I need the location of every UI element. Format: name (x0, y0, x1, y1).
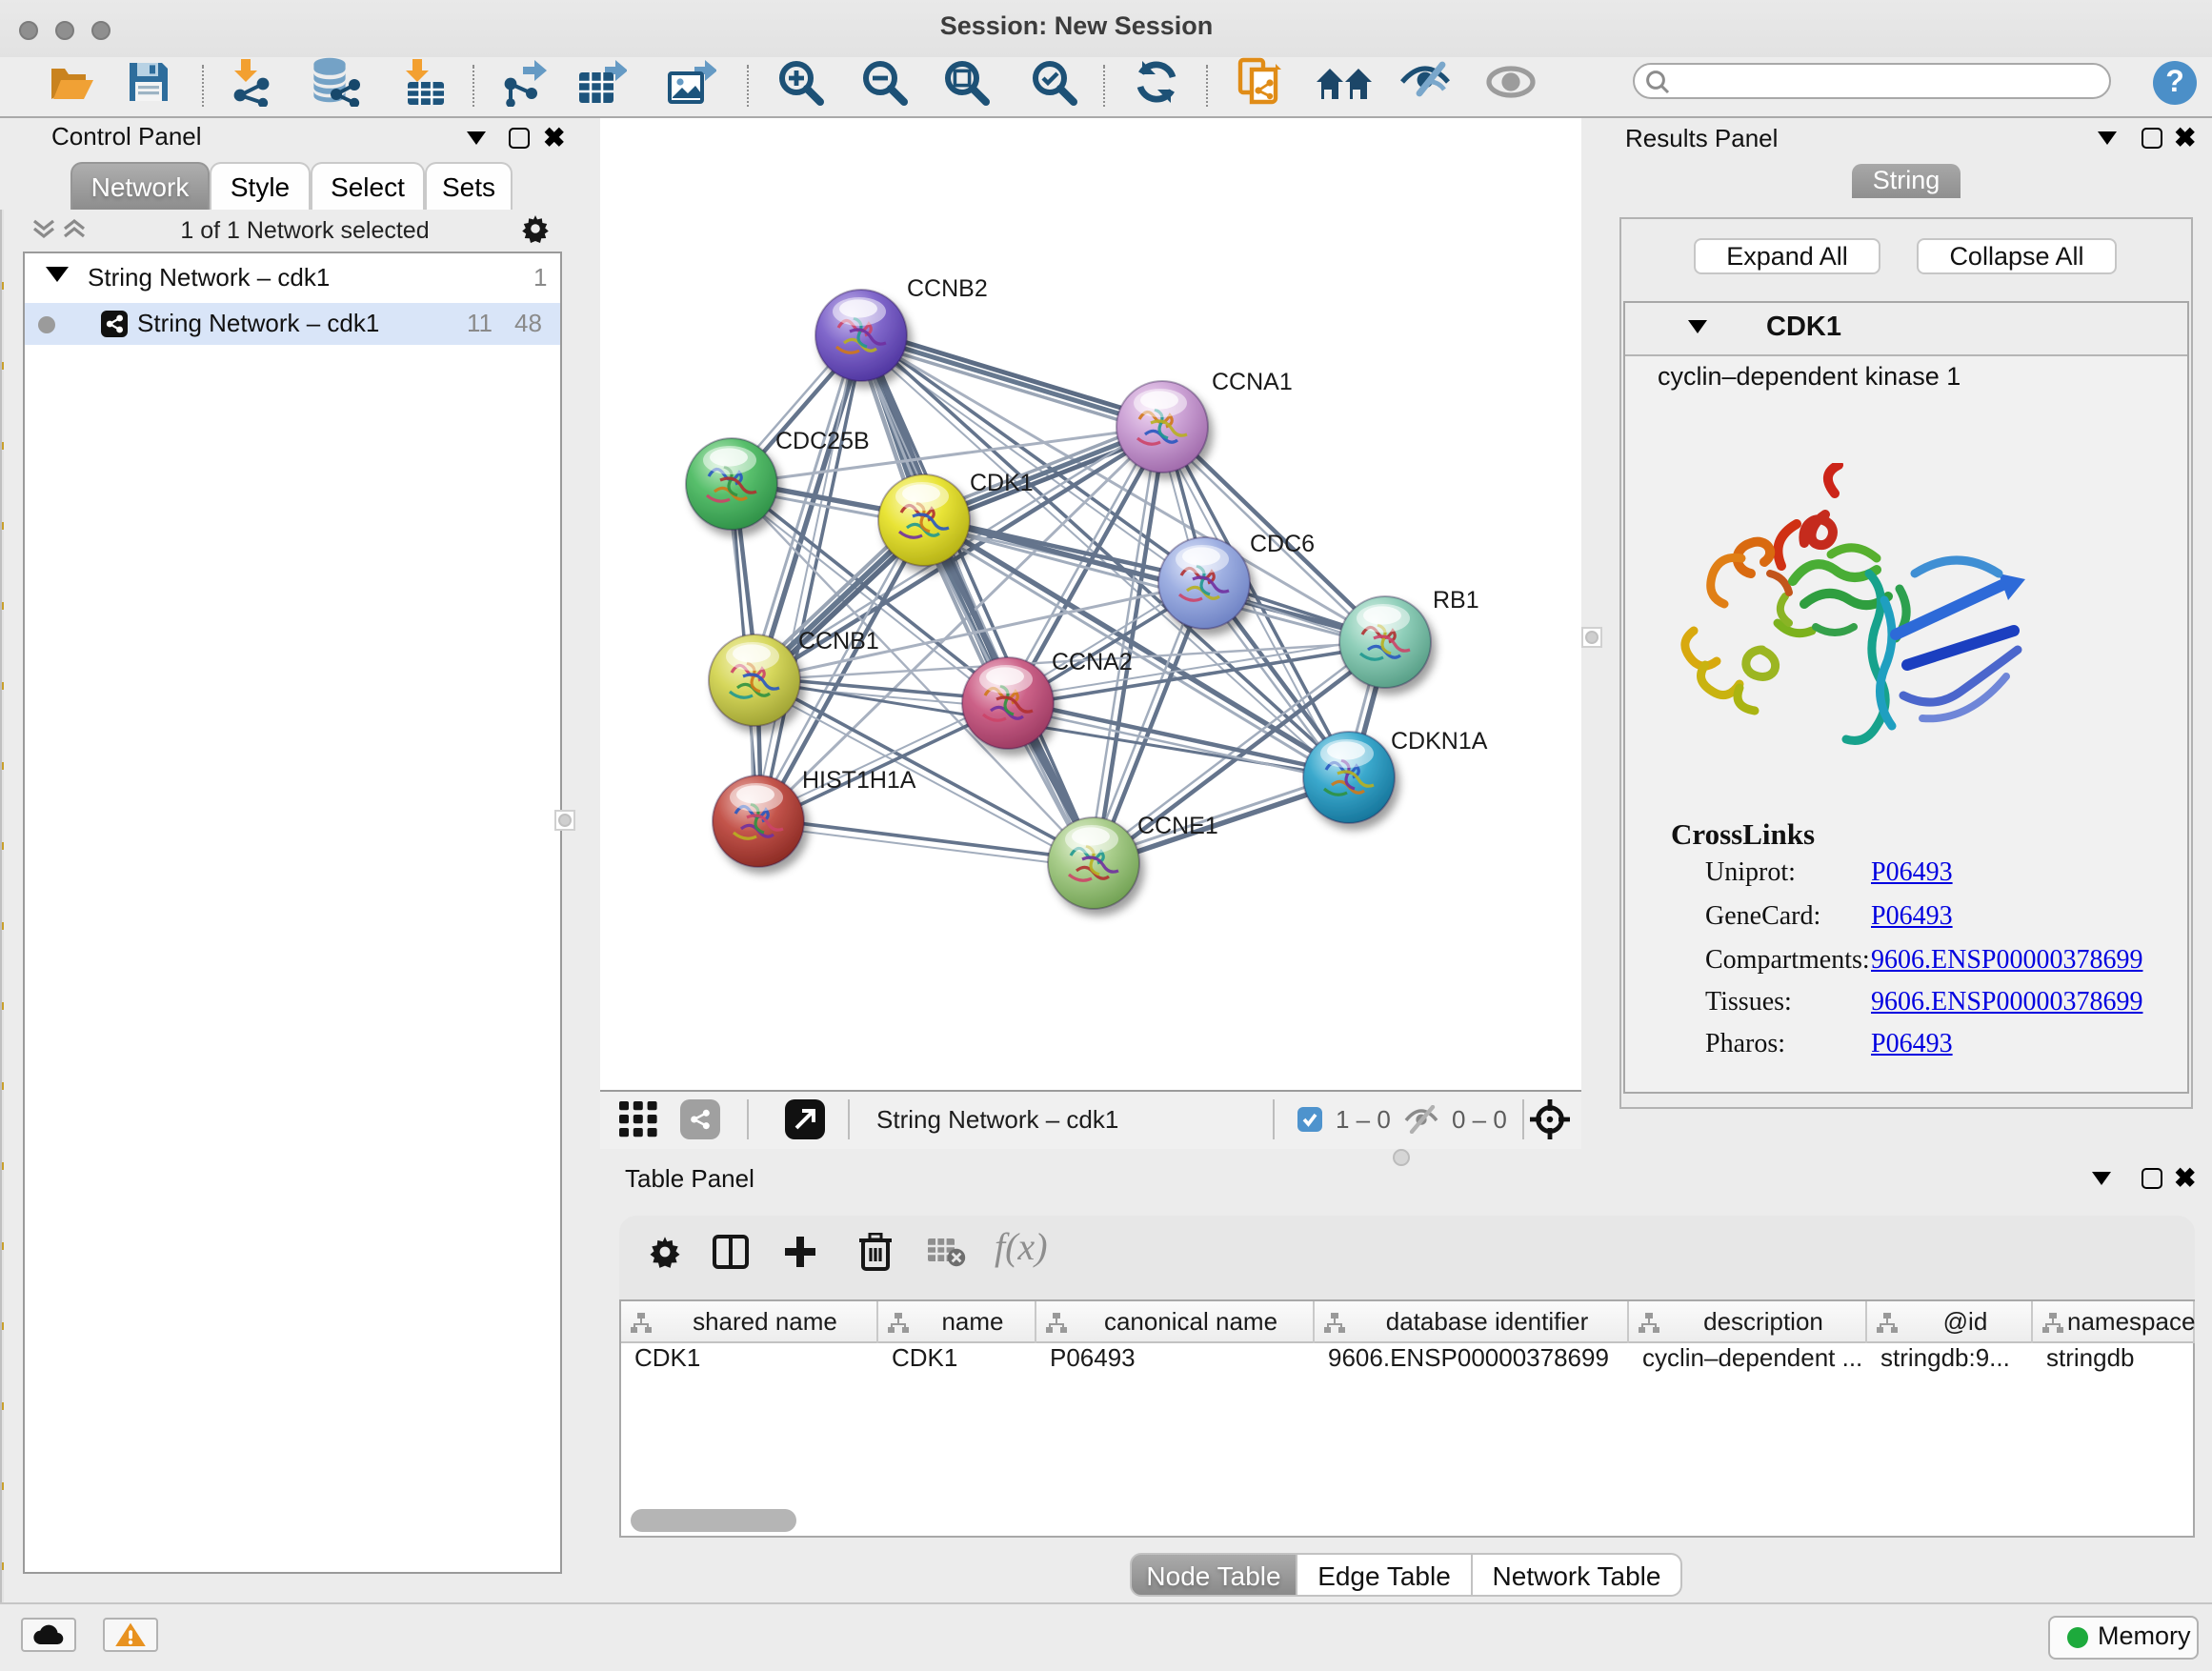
svg-text:RB1: RB1 (1433, 587, 1479, 614)
svg-text:CDK1: CDK1 (970, 470, 1034, 496)
svg-text:CCNB2: CCNB2 (907, 275, 988, 302)
svg-text:CCNA1: CCNA1 (1212, 369, 1293, 395)
svg-text:CCNA2: CCNA2 (1052, 649, 1133, 675)
svg-text:HIST1H1A: HIST1H1A (802, 767, 916, 794)
svg-text:CDKN1A: CDKN1A (1391, 728, 1488, 755)
svg-text:CDC25B: CDC25B (775, 428, 870, 454)
svg-text:CCNB1: CCNB1 (798, 628, 879, 654)
svg-text:CDC6: CDC6 (1250, 531, 1315, 557)
svg-text:CCNE1: CCNE1 (1137, 813, 1218, 839)
